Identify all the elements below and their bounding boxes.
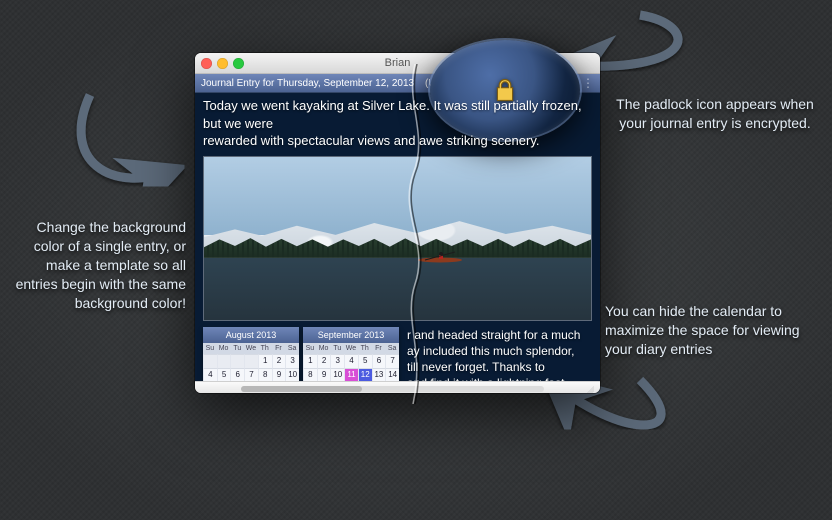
annotation-bottom-right: You can hide the calendar to maximize th… — [605, 302, 827, 359]
calendar-day[interactable]: 9 — [272, 368, 286, 381]
calendar-day[interactable]: 10 — [285, 368, 299, 381]
calendar-dow: Th — [258, 343, 272, 354]
calendar-day[interactable]: 11 — [344, 368, 358, 381]
calendar-dow: Mo — [317, 343, 331, 354]
calendar-day[interactable]: 6 — [230, 368, 244, 381]
calendar-dow: Su — [203, 343, 217, 354]
calendar-dow: We — [244, 343, 258, 354]
resize-handle[interactable] — [584, 384, 594, 393]
calendar-september[interactable]: September 2013 SuMoTuWeThFrSa 1234567891… — [303, 327, 399, 381]
calendar-day[interactable]: 12 — [358, 368, 372, 381]
traffic-zoom[interactable] — [233, 58, 244, 69]
calendar-day[interactable]: 1 — [303, 354, 317, 368]
calendar-day[interactable]: 2 — [272, 354, 286, 368]
entry-bottom: August 2013 SuMoTuWeThFrSa 1234567891011… — [203, 327, 592, 381]
annotation-top-right: The padlock icon appears when your journ… — [610, 95, 820, 133]
calendar-day[interactable]: 8 — [303, 368, 317, 381]
kayaker-illustration — [417, 251, 463, 263]
calendar-day[interactable]: 6 — [372, 354, 386, 368]
calendar-day[interactable]: 13 — [372, 368, 386, 381]
calendar-dow: Mo — [217, 343, 231, 354]
annotation-left: Change the background color of a single … — [6, 218, 186, 312]
calendar-day[interactable]: 4 — [344, 354, 358, 368]
calendar-day[interactable]: 1 — [258, 354, 272, 368]
calendar-blank — [217, 354, 231, 368]
mini-calendars[interactable]: August 2013 SuMoTuWeThFrSa 1234567891011… — [203, 327, 399, 381]
calendar-day[interactable]: 10 — [330, 368, 344, 381]
calendar-day[interactable]: 9 — [317, 368, 331, 381]
calendar-day[interactable]: 8 — [258, 368, 272, 381]
calendar-day[interactable]: 14 — [385, 368, 399, 381]
app-window: Brian Journal Entry for Thursday, Septem… — [195, 53, 600, 393]
calendar-dow: Tu — [330, 343, 344, 354]
calendar-dow: We — [344, 343, 358, 354]
calendar-day[interactable]: 2 — [317, 354, 331, 368]
calendar-dow: Tu — [230, 343, 244, 354]
calendar-day[interactable]: 5 — [358, 354, 372, 368]
calendar-dow: Sa — [285, 343, 299, 354]
traffic-minimize[interactable] — [217, 58, 228, 69]
calendar-blank — [244, 354, 258, 368]
calendar-day[interactable]: 7 — [385, 354, 399, 368]
entry-text-top: Today we went kayaking at Silver Lake. I… — [203, 97, 592, 150]
entry-body[interactable]: Today we went kayaking at Silver Lake. I… — [195, 93, 600, 381]
calendar-blank — [203, 354, 217, 368]
entry-photo — [203, 156, 592, 321]
calendar-title: August 2013 — [203, 327, 299, 343]
calendar-dow: Su — [303, 343, 317, 354]
calendar-day[interactable]: 3 — [330, 354, 344, 368]
statusbar — [195, 381, 600, 393]
horizontal-scrollbar[interactable] — [241, 386, 544, 392]
calendar-day[interactable]: 5 — [217, 368, 231, 381]
entry-text-bottom: r and headed straight for a much ay incl… — [403, 327, 592, 381]
more-menu-icon[interactable]: ⋮ — [582, 80, 594, 86]
calendar-dow: Sa — [385, 343, 399, 354]
calendar-dow: Fr — [372, 343, 386, 354]
calendar-day[interactable]: 7 — [244, 368, 258, 381]
calendar-day[interactable]: 3 — [285, 354, 299, 368]
calendar-dow: Th — [358, 343, 372, 354]
calendar-blank — [230, 354, 244, 368]
calendar-title: September 2013 — [303, 327, 399, 343]
calendar-dow: Fr — [272, 343, 286, 354]
entry-header-label: Journal Entry for Thursday, September 12… — [201, 78, 414, 89]
calendar-august[interactable]: August 2013 SuMoTuWeThFrSa 1234567891011… — [203, 327, 299, 381]
calendar-day[interactable]: 4 — [203, 368, 217, 381]
traffic-close[interactable] — [201, 58, 212, 69]
